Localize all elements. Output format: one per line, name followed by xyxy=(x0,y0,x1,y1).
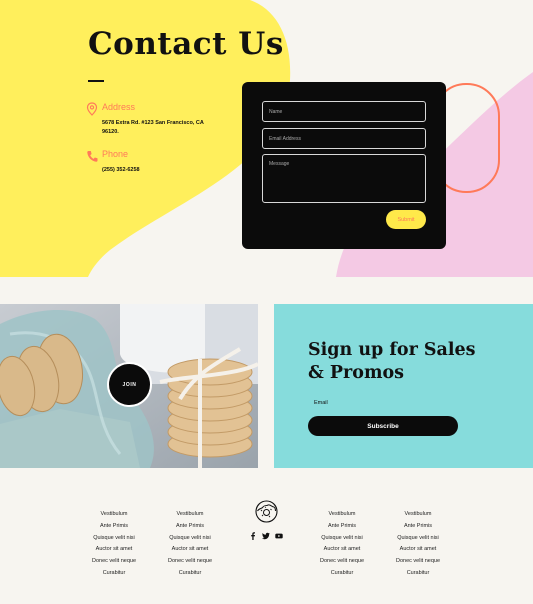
email-field[interactable]: Email xyxy=(314,400,328,406)
footer-link[interactable]: Ante Primis xyxy=(378,521,458,533)
title-divider xyxy=(88,80,104,82)
footer-link[interactable]: Quisque velit nisi xyxy=(378,533,458,545)
signup-title-line-2: & Promos xyxy=(308,363,404,383)
twitter-icon[interactable] xyxy=(262,532,270,540)
footer-column-2: Vestibulum Ante Primis Quisque velit nis… xyxy=(150,509,230,580)
footer-link[interactable]: Quisque velit nisi xyxy=(150,533,230,545)
footer-link[interactable]: Ante Primis xyxy=(74,521,154,533)
phone-label: Phone xyxy=(102,149,129,159)
footer-link[interactable]: Ante Primis xyxy=(302,521,382,533)
footer-link[interactable]: Donec velit neque xyxy=(74,556,154,568)
submit-button[interactable]: Submit xyxy=(386,210,426,229)
footer-link[interactable]: Vestibulum xyxy=(74,509,154,521)
address-line-2: 96120. xyxy=(102,129,119,135)
footer-column-4: Vestibulum Ante Primis Quisque velit nis… xyxy=(378,509,458,580)
footer-link[interactable]: Donec velit neque xyxy=(150,556,230,568)
address-line-1: 5678 Extra Rd. #123 San Francisco, CA xyxy=(102,120,204,126)
footer-column-3: Vestibulum Ante Primis Quisque velit nis… xyxy=(302,509,382,580)
contact-section: Contact Us Address 5678 Extra Rd. #123 S… xyxy=(0,0,533,277)
message-input[interactable] xyxy=(262,154,426,203)
newsletter-signup-panel: Sign up for Sales & Promos Email Subscri… xyxy=(274,304,533,468)
footer-link[interactable]: Quisque velit nisi xyxy=(302,533,382,545)
footer-link[interactable]: Auctor sit amet xyxy=(150,544,230,556)
footer-link[interactable]: Ante Primis xyxy=(150,521,230,533)
footer-link[interactable]: Auctor sit amet xyxy=(302,544,382,556)
signup-title: Sign up for Sales & Promos xyxy=(308,339,508,385)
phone-icon xyxy=(87,151,98,162)
footer-link[interactable]: Curabitur xyxy=(378,568,458,580)
footer-link[interactable]: Vestibulum xyxy=(302,509,382,521)
footer-link[interactable]: Auctor sit amet xyxy=(74,544,154,556)
youtube-icon[interactable] xyxy=(275,532,283,540)
footer-link[interactable]: Curabitur xyxy=(74,568,154,580)
footer-link[interactable]: Vestibulum xyxy=(150,509,230,521)
donut-logo-icon[interactable] xyxy=(255,500,278,523)
subscribe-button[interactable]: Subscribe xyxy=(308,416,458,436)
signup-title-line-1: Sign up for Sales xyxy=(308,340,476,360)
footer-link[interactable]: Donec velit neque xyxy=(302,556,382,568)
footer-link[interactable]: Auctor sit amet xyxy=(378,544,458,556)
footer-link[interactable]: Vestibulum xyxy=(378,509,458,521)
footer-link[interactable]: Curabitur xyxy=(150,568,230,580)
address-label: Address xyxy=(102,102,136,112)
footer-link[interactable]: Donec velit neque xyxy=(378,556,458,568)
name-input[interactable] xyxy=(262,101,426,122)
phone-number[interactable]: (255) 352-6258 xyxy=(102,166,212,175)
page-title: Contact Us xyxy=(88,26,284,62)
footer-column-1: Vestibulum Ante Primis Quisque velit nis… xyxy=(74,509,154,580)
email-address-input[interactable] xyxy=(262,128,426,149)
footer-link[interactable]: Quisque velit nisi xyxy=(74,533,154,545)
contact-form: Submit xyxy=(242,82,446,249)
facebook-icon[interactable] xyxy=(249,532,257,540)
footer-link[interactable]: Curabitur xyxy=(302,568,382,580)
join-button[interactable]: JOIN xyxy=(107,362,152,407)
map-pin-icon xyxy=(86,102,98,116)
